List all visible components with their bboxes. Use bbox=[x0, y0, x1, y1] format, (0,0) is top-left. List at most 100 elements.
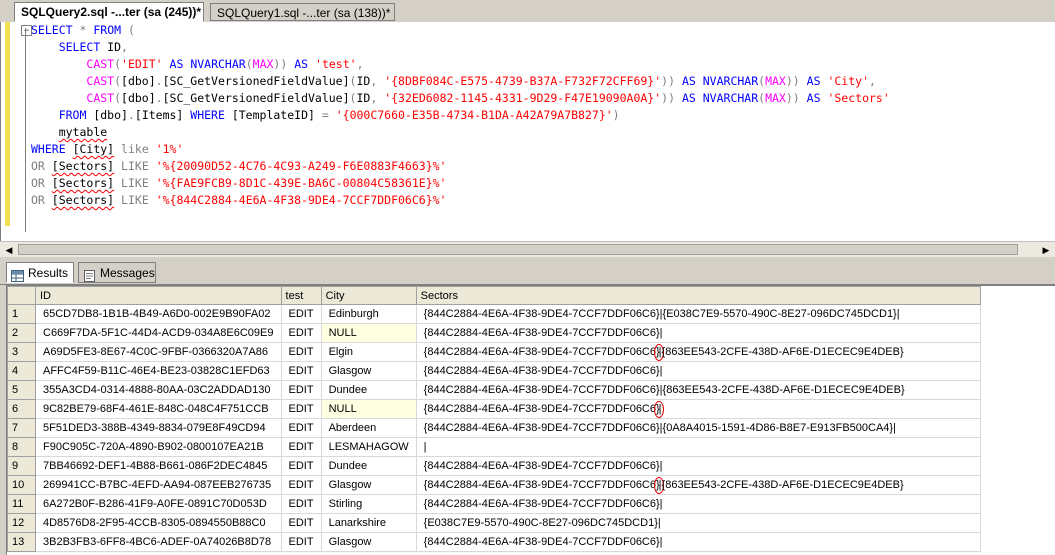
cell-id[interactable]: 269941CC-B7BC-4EFD-AA94-087EEB276735 bbox=[35, 475, 282, 495]
tab-sqlquery2[interactable]: SQLQuery2.sql -...ter (sa (245))* bbox=[14, 2, 204, 22]
cell-city-value: Aberdeen bbox=[328, 422, 377, 434]
cell-test[interactable]: EDIT bbox=[280, 513, 322, 533]
cell-test[interactable]: EDIT bbox=[280, 475, 322, 495]
column-header-sectors[interactable]: Sectors bbox=[415, 286, 981, 305]
cell-id[interactable]: 65CD7DB8-1B1B-4B49-A6D0-002E9B90FA02 bbox=[35, 304, 282, 324]
cell-sectors[interactable]: {844C2884-4E6A-4F38-9DE4-7CCF7DDF06C6}|{… bbox=[415, 342, 981, 362]
cell-city[interactable]: Glasgow bbox=[320, 475, 417, 495]
cell-sectors[interactable]: {844C2884-4E6A-4F38-9DE4-7CCF7DDF06C6}| bbox=[415, 456, 981, 476]
scrollbar-thumb[interactable] bbox=[18, 244, 1018, 255]
editor-horizontal-scrollbar[interactable]: ◀ ▶ bbox=[0, 241, 1055, 257]
table-row[interactable]: 7 5F51DED3-388B-4349-8834-079E8F49CD94 EDI… bbox=[7, 418, 981, 438]
code-token: ( bbox=[114, 91, 122, 105]
cell-city[interactable]: Elgin bbox=[320, 342, 417, 362]
row-number[interactable]: 7 bbox=[7, 418, 36, 438]
scroll-left-icon[interactable]: ◀ bbox=[2, 243, 16, 257]
cell-city[interactable]: Edinburgh bbox=[320, 304, 417, 324]
tab-messages[interactable]: Messages bbox=[78, 262, 156, 283]
cell-city[interactable]: NULL bbox=[320, 323, 417, 343]
query-editor[interactable]: − SELECT * FROM ( SELECT ID, CAST('EDIT'… bbox=[0, 22, 1055, 241]
results-grid[interactable]: ID test City Sectors 1 65CD7DB8-1B1B-4B49… bbox=[6, 285, 1055, 555]
cell-sectors[interactable]: {844C2884-4E6A-4F38-9DE4-7CCF7DDF06C6}|{… bbox=[415, 380, 981, 400]
table-row[interactable]: 12 4D8576D8-2F95-4CCB-8305-0894550B88C0 ED… bbox=[7, 513, 981, 533]
cell-id[interactable]: 4D8576D8-2F95-4CCB-8305-0894550B88C0 bbox=[35, 513, 282, 533]
cell-id[interactable]: 355A3CD4-0314-4888-80AA-03C2ADDAD130 bbox=[35, 380, 282, 400]
cell-city[interactable]: Lanarkshire bbox=[320, 513, 417, 533]
cell-id[interactable]: A69D5FE3-8E67-4C0C-9FBF-0366320A7A86 bbox=[35, 342, 282, 362]
cell-test[interactable]: EDIT bbox=[280, 418, 322, 438]
column-header-city[interactable]: City bbox=[320, 286, 417, 305]
table-row[interactable]: 8 F90C905C-720A-4890-B902-0800107EA21B EDI… bbox=[7, 437, 981, 457]
row-number[interactable]: 1 bbox=[7, 304, 36, 324]
cell-sectors[interactable]: {844C2884-4E6A-4F38-9DE4-7CCF7DDF06C6}|{… bbox=[415, 304, 981, 324]
code-token: )) bbox=[661, 91, 676, 105]
cell-test[interactable]: EDIT bbox=[280, 361, 322, 381]
cell-test[interactable]: EDIT bbox=[280, 342, 322, 362]
cell-city[interactable]: Stirling bbox=[320, 494, 417, 514]
table-row[interactable]: 1 65CD7DB8-1B1B-4B49-A6D0-002E9B90FA02 EDI… bbox=[7, 304, 981, 324]
column-header-id[interactable]: ID bbox=[35, 286, 282, 305]
row-number[interactable]: 10 bbox=[7, 475, 36, 495]
cell-id[interactable]: C669F7DA-5F1C-44D4-ACD9-034A8E6C09E9 bbox=[35, 323, 282, 343]
cell-city[interactable]: Dundee bbox=[320, 456, 417, 476]
cell-sectors[interactable]: {844C2884-4E6A-4F38-9DE4-7CCF7DDF06C6}|{… bbox=[415, 475, 981, 495]
cell-city[interactable]: Glasgow bbox=[320, 532, 417, 552]
row-number[interactable]: 4 bbox=[7, 361, 36, 381]
cell-test[interactable]: EDIT bbox=[280, 456, 322, 476]
cell-test[interactable]: EDIT bbox=[280, 380, 322, 400]
cell-sectors[interactable]: | bbox=[415, 437, 981, 457]
cell-sectors[interactable]: {844C2884-4E6A-4F38-9DE4-7CCF7DDF06C6}| bbox=[415, 532, 981, 552]
cell-city[interactable]: NULL bbox=[320, 399, 417, 419]
tab-results[interactable]: Results bbox=[6, 262, 74, 283]
cell-id[interactable]: 5F51DED3-388B-4349-8834-079E8F49CD94 bbox=[35, 418, 282, 438]
table-row[interactable]: 13 3B2B3FB3-6FF8-4BC6-ADEF-0A74026B8D78 ED… bbox=[7, 532, 981, 552]
cell-city[interactable]: LESMAHAGOW bbox=[320, 437, 417, 457]
row-number[interactable]: 3 bbox=[7, 342, 36, 362]
row-number[interactable]: 5 bbox=[7, 380, 36, 400]
row-number[interactable]: 8 bbox=[7, 437, 36, 457]
table-row[interactable]: 9 7BB46692-DEF1-4B88-B661-086F2DEC4845 EDI… bbox=[7, 456, 981, 476]
cell-test[interactable]: EDIT bbox=[280, 532, 322, 552]
cell-sectors[interactable]: {844C2884-4E6A-4F38-9DE4-7CCF7DDF06C6}| bbox=[415, 323, 981, 343]
row-number[interactable]: 2 bbox=[7, 323, 36, 343]
scroll-right-icon[interactable]: ▶ bbox=[1039, 243, 1053, 257]
code-token: MAX bbox=[252, 57, 274, 71]
row-number[interactable]: 11 bbox=[7, 494, 36, 514]
cell-test[interactable]: EDIT bbox=[280, 494, 322, 514]
row-number-value: 9 bbox=[12, 460, 19, 472]
row-number[interactable]: 9 bbox=[7, 456, 36, 476]
table-row[interactable]: 6 9C82BE79-68F4-461E-848C-048C4F751CCB EDI… bbox=[7, 399, 981, 419]
cell-city[interactable]: Aberdeen bbox=[320, 418, 417, 438]
cell-sectors[interactable]: {844C2884-4E6A-4F38-9DE4-7CCF7DDF06C6}| bbox=[415, 361, 981, 381]
cell-id[interactable]: 3B2B3FB3-6FF8-4BC6-ADEF-0A74026B8D78 bbox=[35, 532, 282, 552]
cell-test[interactable]: EDIT bbox=[280, 323, 322, 343]
row-number[interactable]: 6 bbox=[7, 399, 36, 419]
cell-sectors[interactable]: {844C2884-4E6A-4F38-9DE4-7CCF7DDF06C6}|{… bbox=[415, 418, 981, 438]
cell-test[interactable]: EDIT bbox=[280, 304, 322, 324]
table-row[interactable]: 10 269941CC-B7BC-4EFD-AA94-087EEB276735 ED… bbox=[7, 475, 981, 495]
cell-id[interactable]: AFFC4F59-B11C-46E4-BE23-03828C1EFD63 bbox=[35, 361, 282, 381]
cell-id[interactable]: 7BB46692-DEF1-4B88-B661-086F2DEC4845 bbox=[35, 456, 282, 476]
code-token: [dbo] bbox=[121, 74, 156, 88]
cell-city[interactable]: Dundee bbox=[320, 380, 417, 400]
cell-test[interactable]: EDIT bbox=[280, 437, 322, 457]
cell-sectors[interactable]: {E038C7E9-5570-490C-8E27-096DC745DCD1}| bbox=[415, 513, 981, 533]
cell-sectors[interactable]: {844C2884-4E6A-4F38-9DE4-7CCF7DDF06C6}| bbox=[415, 494, 981, 514]
cell-city[interactable]: Glasgow bbox=[320, 361, 417, 381]
cell-sectors[interactable]: {844C2884-4E6A-4F38-9DE4-7CCF7DDF06C6}| bbox=[415, 399, 981, 419]
row-number[interactable]: 13 bbox=[7, 532, 36, 552]
cell-id[interactable]: 9C82BE79-68F4-461E-848C-048C4F751CCB bbox=[35, 399, 282, 419]
row-number[interactable]: 12 bbox=[7, 513, 36, 533]
cell-id[interactable]: 6A272B0F-B286-41F9-A0FE-0891C70D053D bbox=[35, 494, 282, 514]
table-row[interactable]: 3 A69D5FE3-8E67-4C0C-9FBF-0366320A7A86 EDI… bbox=[7, 342, 981, 362]
column-header-test[interactable]: test bbox=[280, 286, 322, 305]
table-row[interactable]: 11 6A272B0F-B286-41F9-A0FE-0891C70D053D ED… bbox=[7, 494, 981, 514]
corner-header[interactable] bbox=[7, 286, 36, 305]
cell-id[interactable]: F90C905C-720A-4890-B902-0800107EA21B bbox=[35, 437, 282, 457]
table-row[interactable]: 2 C669F7DA-5F1C-44D4-ACD9-034A8E6C09E9 EDI… bbox=[7, 323, 981, 343]
table-row[interactable]: 5 355A3CD4-0314-4888-80AA-03C2ADDAD130 EDI… bbox=[7, 380, 981, 400]
tab-sqlquery1[interactable]: SQLQuery1.sql -...ter (sa (138))* bbox=[210, 3, 395, 21]
sql-code[interactable]: SELECT * FROM ( SELECT ID, CAST('EDIT' A… bbox=[31, 22, 890, 209]
table-row[interactable]: 4 AFFC4F59-B11C-46E4-BE23-03828C1EFD63 EDI… bbox=[7, 361, 981, 381]
cell-test[interactable]: EDIT bbox=[280, 399, 322, 419]
